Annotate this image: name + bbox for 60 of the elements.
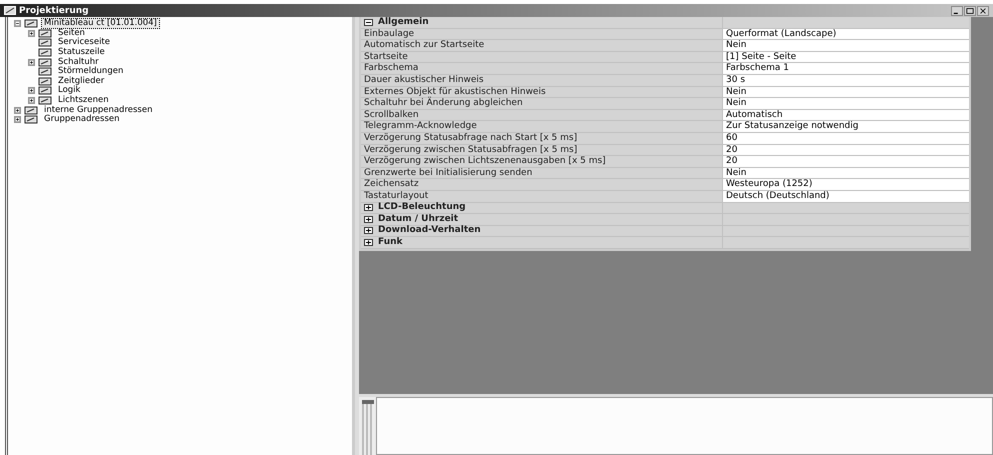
- tree-item[interactable]: Seiten: [56, 28, 87, 38]
- window-icon: [4, 6, 16, 15]
- collapse-icon[interactable]: [14, 20, 21, 28]
- expand-icon[interactable]: [28, 97, 35, 104]
- expand-icon[interactable]: [28, 87, 35, 94]
- tree-item[interactable]: Schaltuhr: [56, 58, 101, 67]
- window-icon: [38, 48, 53, 58]
- section-title: Funk: [378, 237, 402, 248]
- property-value[interactable]: Farbschema 1: [723, 63, 969, 74]
- property-value[interactable]: 60: [723, 132, 969, 144]
- property-value[interactable]: [1] Seite - Seite: [723, 52, 969, 62]
- property-value[interactable]: Nein: [723, 40, 969, 51]
- section-title: Download-Verhalten: [378, 225, 481, 236]
- tree-item[interactable]: Logik: [56, 86, 82, 96]
- property-value[interactable]: Westeuropa (1252): [723, 179, 969, 190]
- tree-item[interactable]: Lichtszenen: [56, 96, 111, 106]
- property-value[interactable]: Querformat (Landscape): [723, 28, 969, 40]
- section-title: LCD-Beleuchtung: [378, 202, 466, 214]
- tree-item[interactable]: Zeitglieder: [56, 76, 106, 86]
- expand-icon[interactable]: [14, 116, 21, 124]
- expand-icon[interactable]: [28, 30, 35, 37]
- window-title: Projektierung: [19, 6, 89, 16]
- window-icon: [38, 58, 53, 67]
- minimize-icon[interactable]: [951, 6, 963, 16]
- property-value[interactable]: Deutsch (Deutschland): [723, 190, 969, 202]
- tree-item[interactable]: Gruppenadressen: [42, 115, 122, 124]
- close-icon[interactable]: [977, 6, 989, 16]
- tree-item[interactable]: Statuszeile: [56, 48, 107, 58]
- property-value[interactable]: Nein: [723, 98, 969, 109]
- expand-icon[interactable]: [28, 58, 35, 66]
- property-value[interactable]: Zur Statusanzeige notwendig: [723, 121, 969, 132]
- window-icon: [38, 38, 53, 48]
- tree-item[interactable]: Serviceseite: [56, 38, 112, 48]
- splitter-handle[interactable]: [362, 400, 374, 455]
- property-value[interactable]: Automatisch: [723, 110, 969, 120]
- property-value[interactable]: 20: [723, 156, 969, 167]
- window-icon: [38, 96, 53, 106]
- property-value[interactable]: Nein: [723, 86, 969, 98]
- window-icon: [24, 106, 39, 115]
- window-icon: [38, 86, 53, 96]
- expand-icon[interactable]: [364, 227, 373, 234]
- window-icon: [38, 67, 53, 76]
- tree-item[interactable]: Störmeldungen: [56, 67, 126, 76]
- window-icon: [38, 28, 53, 38]
- window-icon: [24, 115, 39, 124]
- expand-icon[interactable]: [364, 216, 373, 223]
- window-icon: [24, 19, 39, 28]
- tree-item[interactable]: Minitableau ct [01.01.004]: [42, 19, 159, 28]
- expand-icon[interactable]: [364, 204, 373, 212]
- property-value[interactable]: 20: [723, 144, 969, 156]
- window-icon: [38, 76, 53, 86]
- maximize-icon[interactable]: [964, 6, 976, 16]
- property-value[interactable]: 30 s: [723, 74, 969, 86]
- property-value[interactable]: Nein: [723, 168, 969, 178]
- section-title: Datum / Uhrzeit: [378, 214, 458, 225]
- expand-icon[interactable]: [364, 239, 373, 246]
- section-title: Allgemein: [378, 16, 429, 28]
- collapse-icon[interactable]: [364, 18, 373, 26]
- expand-icon[interactable]: [14, 106, 21, 114]
- tree-item[interactable]: interne Gruppenadressen: [42, 106, 154, 115]
